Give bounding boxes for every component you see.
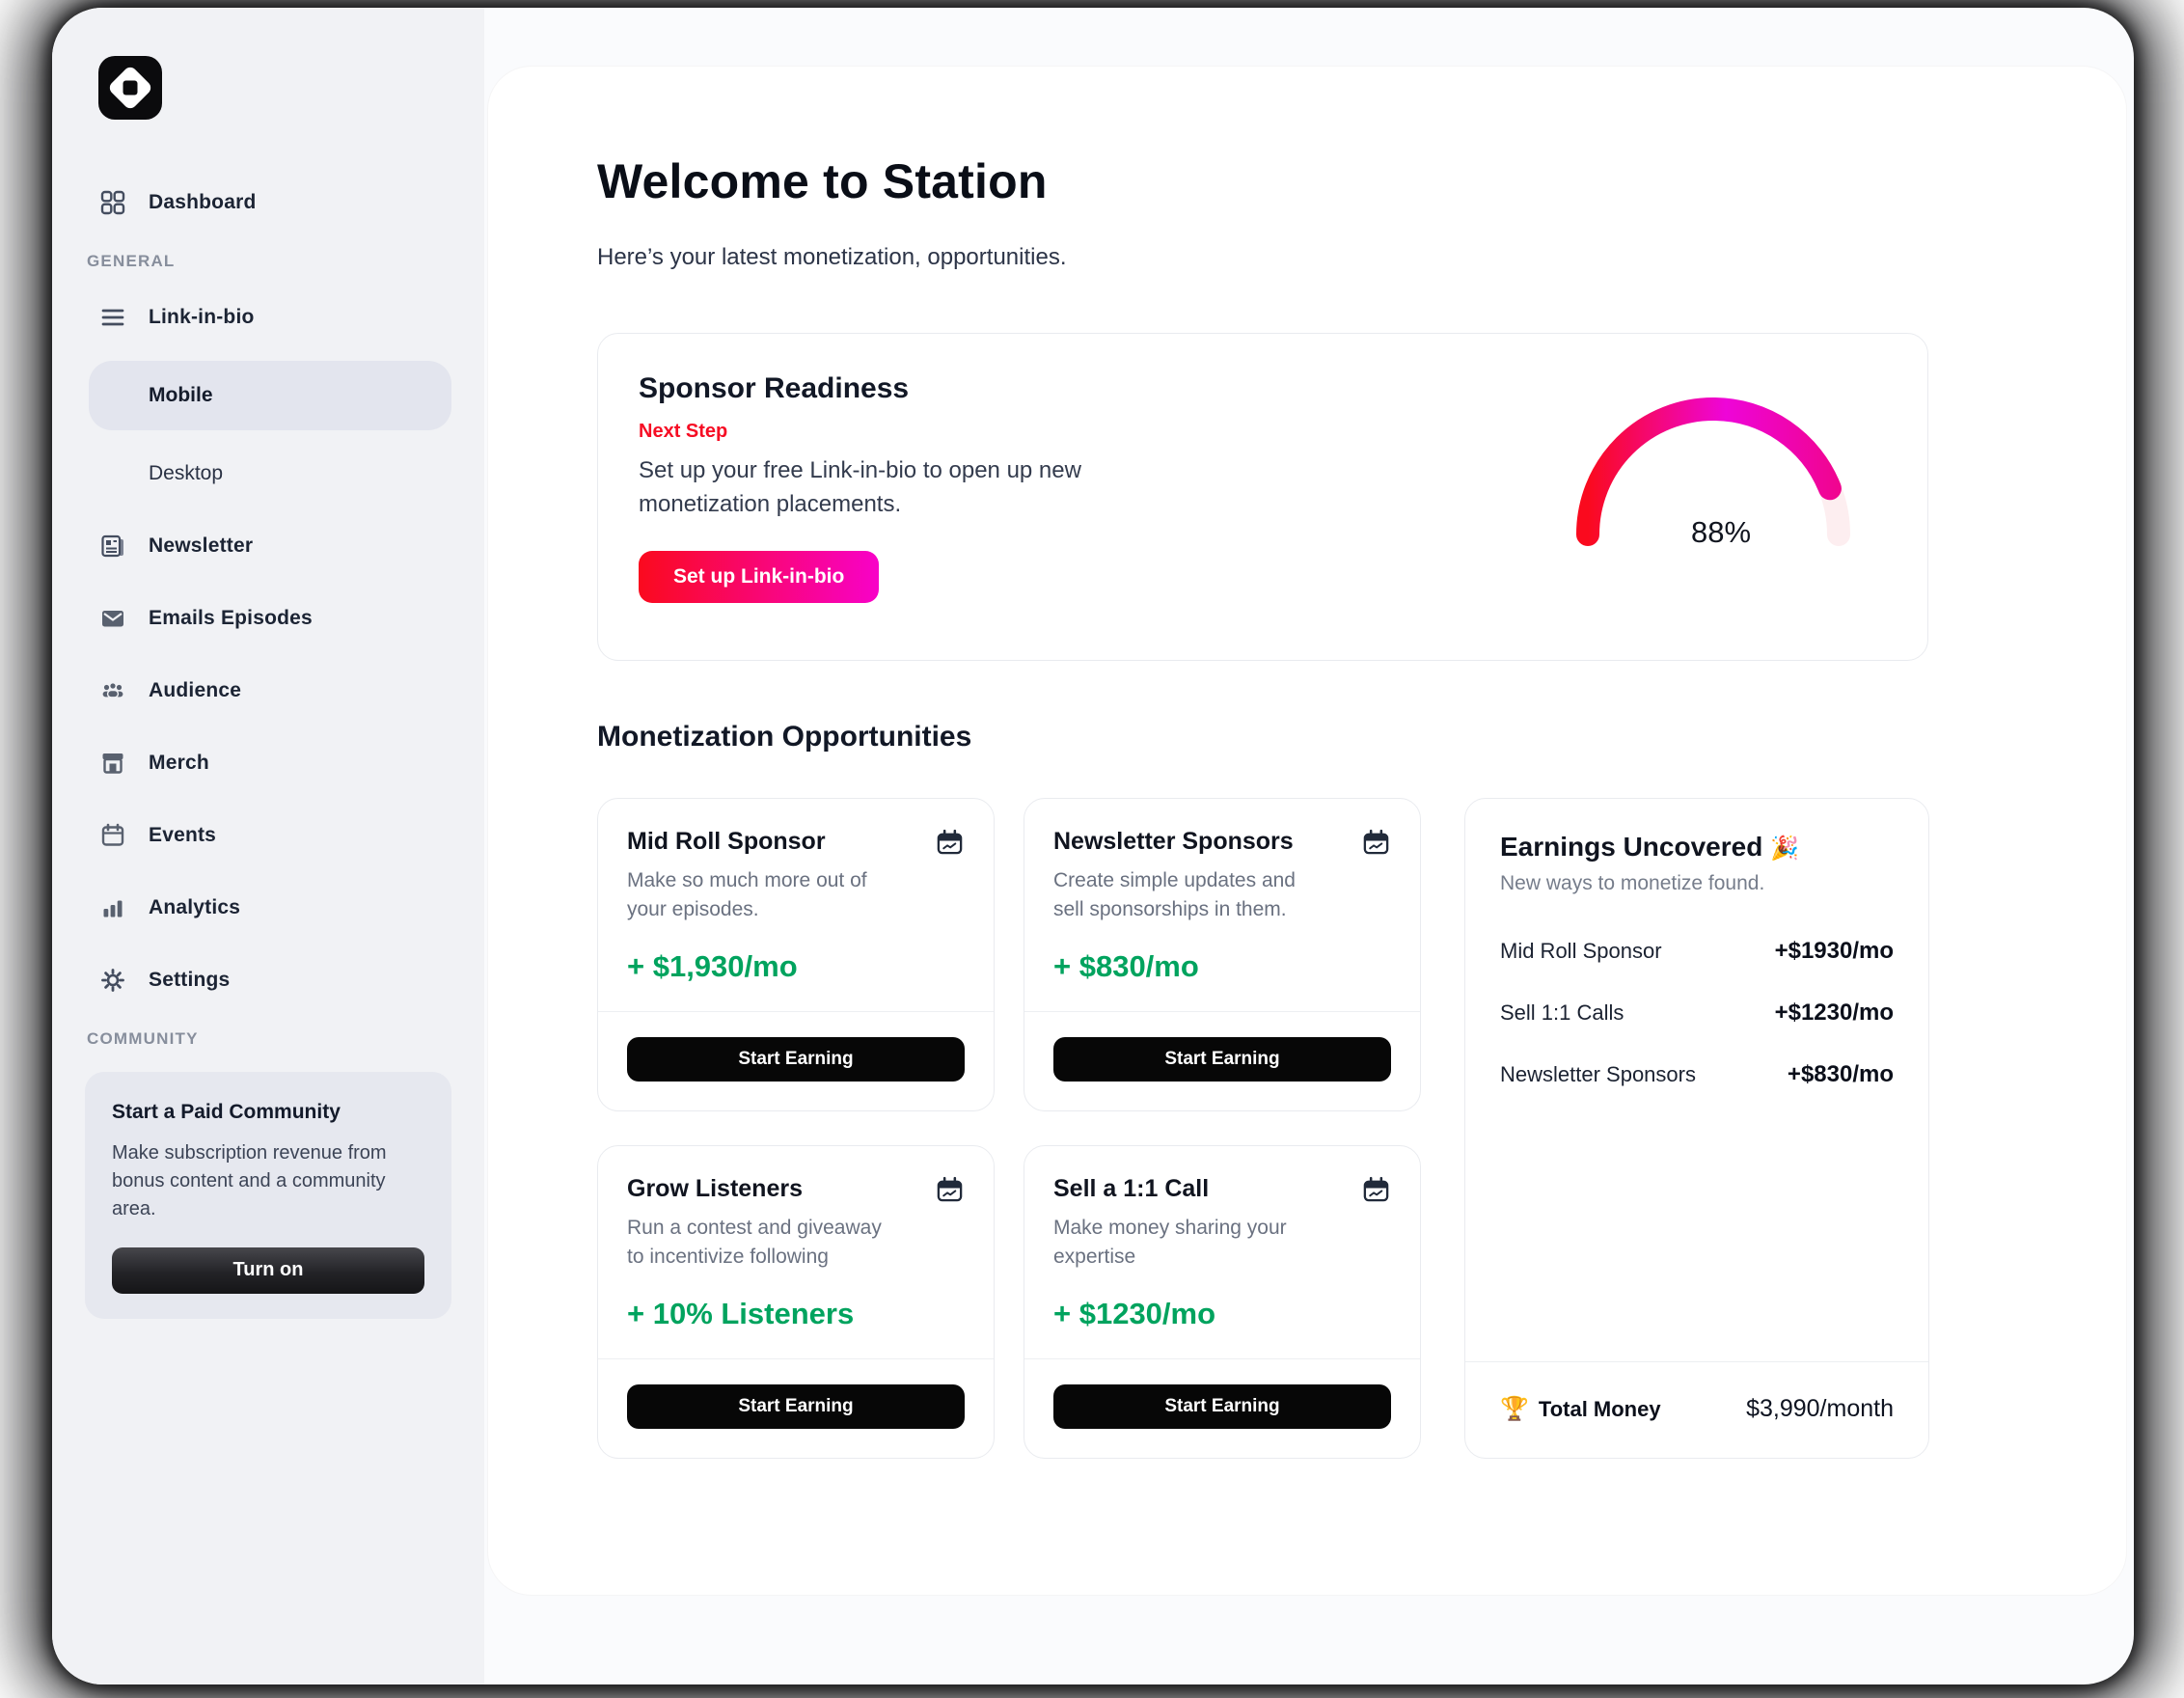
main-panel: Welcome to Station Here’s your latest mo… xyxy=(487,66,2127,1596)
calendar-badge-icon xyxy=(935,1175,965,1204)
card-title: Mid Roll Sponsor xyxy=(627,828,826,856)
store-icon xyxy=(98,749,127,778)
total-money-label: Total Money xyxy=(1539,1397,1661,1422)
sidebar-item-label: Emails Episodes xyxy=(149,607,313,630)
community-card-title: Start a Paid Community xyxy=(112,1101,424,1124)
calendar-badge-icon xyxy=(935,828,965,857)
card-description: Run a contest and giveaway to incentiviz… xyxy=(627,1214,883,1272)
sidebar-item-settings[interactable]: Settings xyxy=(85,957,451,1003)
sidebar-item-dashboard[interactable]: Dashboard xyxy=(85,179,451,226)
sidebar-item-merch[interactable]: Merch xyxy=(85,740,451,786)
sponsor-readiness-card: Sponsor Readiness Next Step Set up your … xyxy=(597,333,1928,661)
community-card-body: Make subscription revenue from bonus con… xyxy=(112,1139,424,1224)
calendar-badge-icon xyxy=(1361,1175,1391,1204)
total-money-value: $3,990/month xyxy=(1746,1395,1894,1423)
menu-icon xyxy=(98,303,127,332)
sidebar-item-events[interactable]: Events xyxy=(85,812,451,859)
sidebar-item-emails-episodes[interactable]: Emails Episodes xyxy=(85,595,451,642)
party-popper-icon: 🎉 xyxy=(1770,835,1799,862)
card-value: + $830/mo xyxy=(1053,949,1391,984)
sidebar-item-label: Merch xyxy=(149,752,209,775)
grid-icon xyxy=(98,188,127,217)
sidebar-item-label: Audience xyxy=(149,679,241,702)
earnings-row: Sell 1:1 Calls +$1230/mo xyxy=(1500,1000,1894,1027)
sidebar-item-label: Analytics xyxy=(149,896,240,919)
earnings-subtitle: New ways to monetize found. xyxy=(1500,872,1894,895)
opportunity-card-mid-roll: Mid Roll Sponsor Make so much more out xyxy=(597,798,995,1111)
readiness-gauge: 88% xyxy=(1569,390,1858,563)
gauge-value-label: 88% xyxy=(1691,515,1751,549)
newspaper-icon xyxy=(98,532,127,561)
sidebar-item-label: Link-in-bio xyxy=(149,306,255,329)
opportunity-card-grow-listeners: Grow Listeners Run a contest and givea xyxy=(597,1145,995,1459)
station-logo[interactable] xyxy=(98,56,162,120)
earnings-row: Mid Roll Sponsor +$1930/mo xyxy=(1500,938,1894,965)
opportunity-card-newsletter-sponsors: Newsletter Sponsors Create simple upda xyxy=(1024,798,1421,1111)
card-description: Make money sharing your expertise xyxy=(1053,1214,1309,1272)
earnings-row: Newsletter Sponsors +$830/mo xyxy=(1500,1061,1894,1088)
mail-icon xyxy=(98,604,127,633)
page-title: Welcome to Station xyxy=(597,153,2126,209)
paid-community-card: Start a Paid Community Make subscription… xyxy=(85,1072,451,1319)
users-icon xyxy=(98,676,127,705)
sidebar-section-general: GENERAL xyxy=(87,252,451,271)
opportunity-card-sell-call: Sell a 1:1 Call Make money sharing you xyxy=(1024,1145,1421,1459)
sidebar-item-label: Newsletter xyxy=(149,534,253,558)
monetization-section-title: Monetization Opportunities xyxy=(597,721,2126,753)
start-earning-button[interactable]: Start Earning xyxy=(1053,1037,1391,1082)
start-earning-button[interactable]: Start Earning xyxy=(627,1037,965,1082)
sidebar-subitem-mobile[interactable]: Mobile xyxy=(89,361,451,430)
logo-diamond-icon xyxy=(107,65,153,111)
trophy-icon: 🏆 xyxy=(1500,1395,1529,1423)
earnings-title: Earnings Uncovered 🎉 xyxy=(1500,832,1894,863)
page-subtitle: Here’s your latest monetization, opportu… xyxy=(597,244,2126,271)
start-earning-button[interactable]: Start Earning xyxy=(1053,1384,1391,1429)
sidebar: Dashboard GENERAL Link-in-bio Mobile Des… xyxy=(52,8,484,1684)
sidebar-item-audience[interactable]: Audience xyxy=(85,668,451,714)
sidebar-item-label: Settings xyxy=(149,969,230,992)
sidebar-subitem-desktop[interactable]: Desktop xyxy=(85,451,451,497)
sidebar-item-link-in-bio[interactable]: Link-in-bio xyxy=(85,294,451,341)
turn-on-button[interactable]: Turn on xyxy=(112,1247,424,1294)
card-title: Newsletter Sponsors xyxy=(1053,828,1294,856)
sidebar-item-newsletter[interactable]: Newsletter xyxy=(85,523,451,569)
card-value: + $1230/mo xyxy=(1053,1297,1391,1331)
card-description: Create simple updates and sell sponsorsh… xyxy=(1053,866,1309,924)
sidebar-section-community: COMMUNITY xyxy=(87,1029,451,1049)
earnings-total-row: 🏆 Total Money $3,990/month xyxy=(1465,1361,1928,1458)
earnings-uncovered-panel: Earnings Uncovered 🎉 New ways to monetiz… xyxy=(1464,798,1929,1459)
start-earning-button[interactable]: Start Earning xyxy=(627,1384,965,1429)
setup-link-in-bio-button[interactable]: Set up Link-in-bio xyxy=(639,551,879,603)
card-description: Make so much more out of your episodes. xyxy=(627,866,883,924)
card-title: Sell a 1:1 Call xyxy=(1053,1175,1209,1203)
calendar-badge-icon xyxy=(1361,828,1391,857)
app-window: Dashboard GENERAL Link-in-bio Mobile Des… xyxy=(52,8,2134,1684)
card-value: + $1,930/mo xyxy=(627,949,965,984)
opportunities-grid: Mid Roll Sponsor Make so much more out xyxy=(597,798,2126,1459)
gear-icon xyxy=(98,966,127,995)
bar-chart-icon xyxy=(98,893,127,922)
sponsor-card-description: Set up your free Link-in-bio to open up … xyxy=(639,454,1198,522)
card-title: Grow Listeners xyxy=(627,1175,803,1203)
card-value: + 10% Listeners xyxy=(627,1297,965,1331)
sidebar-item-label: Dashboard xyxy=(149,191,257,214)
sidebar-item-label: Events xyxy=(149,824,216,847)
sidebar-item-analytics[interactable]: Analytics xyxy=(85,885,451,931)
calendar-icon xyxy=(98,821,127,850)
